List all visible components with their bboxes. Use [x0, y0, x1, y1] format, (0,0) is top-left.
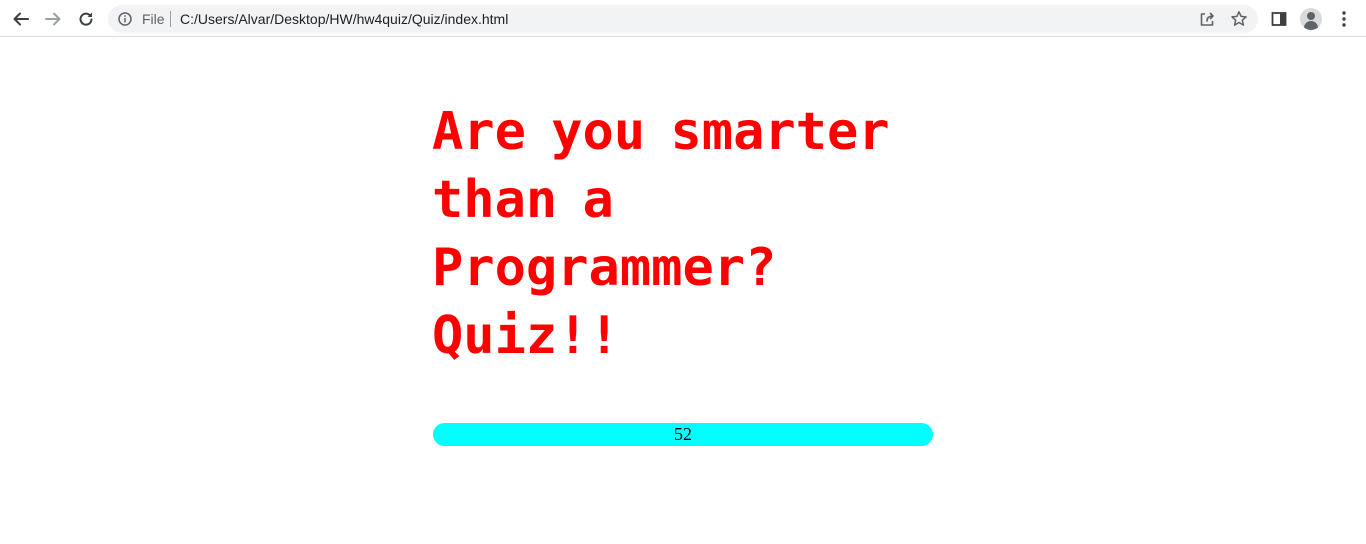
forward-button[interactable] — [40, 6, 66, 32]
url-text[interactable]: C:/Users/Alvar/Desktop/HW/hw4quiz/Quiz/i… — [180, 11, 508, 27]
side-panel-icon — [1271, 12, 1287, 26]
browser-menu-button[interactable] — [1331, 6, 1357, 32]
page-content: Are you smarter than a Programmer? Quiz!… — [0, 38, 1366, 544]
arrow-right-icon — [45, 12, 61, 26]
profile-button[interactable] — [1298, 6, 1324, 32]
share-icon[interactable] — [1198, 10, 1216, 28]
quiz-title: Are you smarter than a Programmer? Quiz!… — [432, 102, 890, 366]
reload-button[interactable] — [73, 6, 99, 32]
avatar — [1300, 8, 1322, 30]
kebab-menu-icon — [1342, 11, 1346, 27]
timer-value: 52 — [674, 424, 692, 444]
scheme-label: File — [142, 11, 165, 27]
arrow-left-icon — [13, 12, 29, 26]
browser-toolbar: File C:/Users/Alvar/Desktop/HW/hw4quiz/Q… — [0, 0, 1366, 37]
avatar-body — [1304, 21, 1318, 30]
address-bar[interactable]: File C:/Users/Alvar/Desktop/HW/hw4quiz/Q… — [108, 5, 1258, 33]
star-icon[interactable] — [1230, 10, 1248, 28]
back-button[interactable] — [8, 6, 34, 32]
omnibox-divider — [170, 11, 171, 27]
reload-icon — [79, 12, 93, 26]
avatar-head — [1307, 12, 1315, 20]
side-panel-button[interactable] — [1266, 6, 1292, 32]
timer-bar: 52 — [433, 423, 933, 446]
info-icon[interactable] — [118, 12, 132, 26]
